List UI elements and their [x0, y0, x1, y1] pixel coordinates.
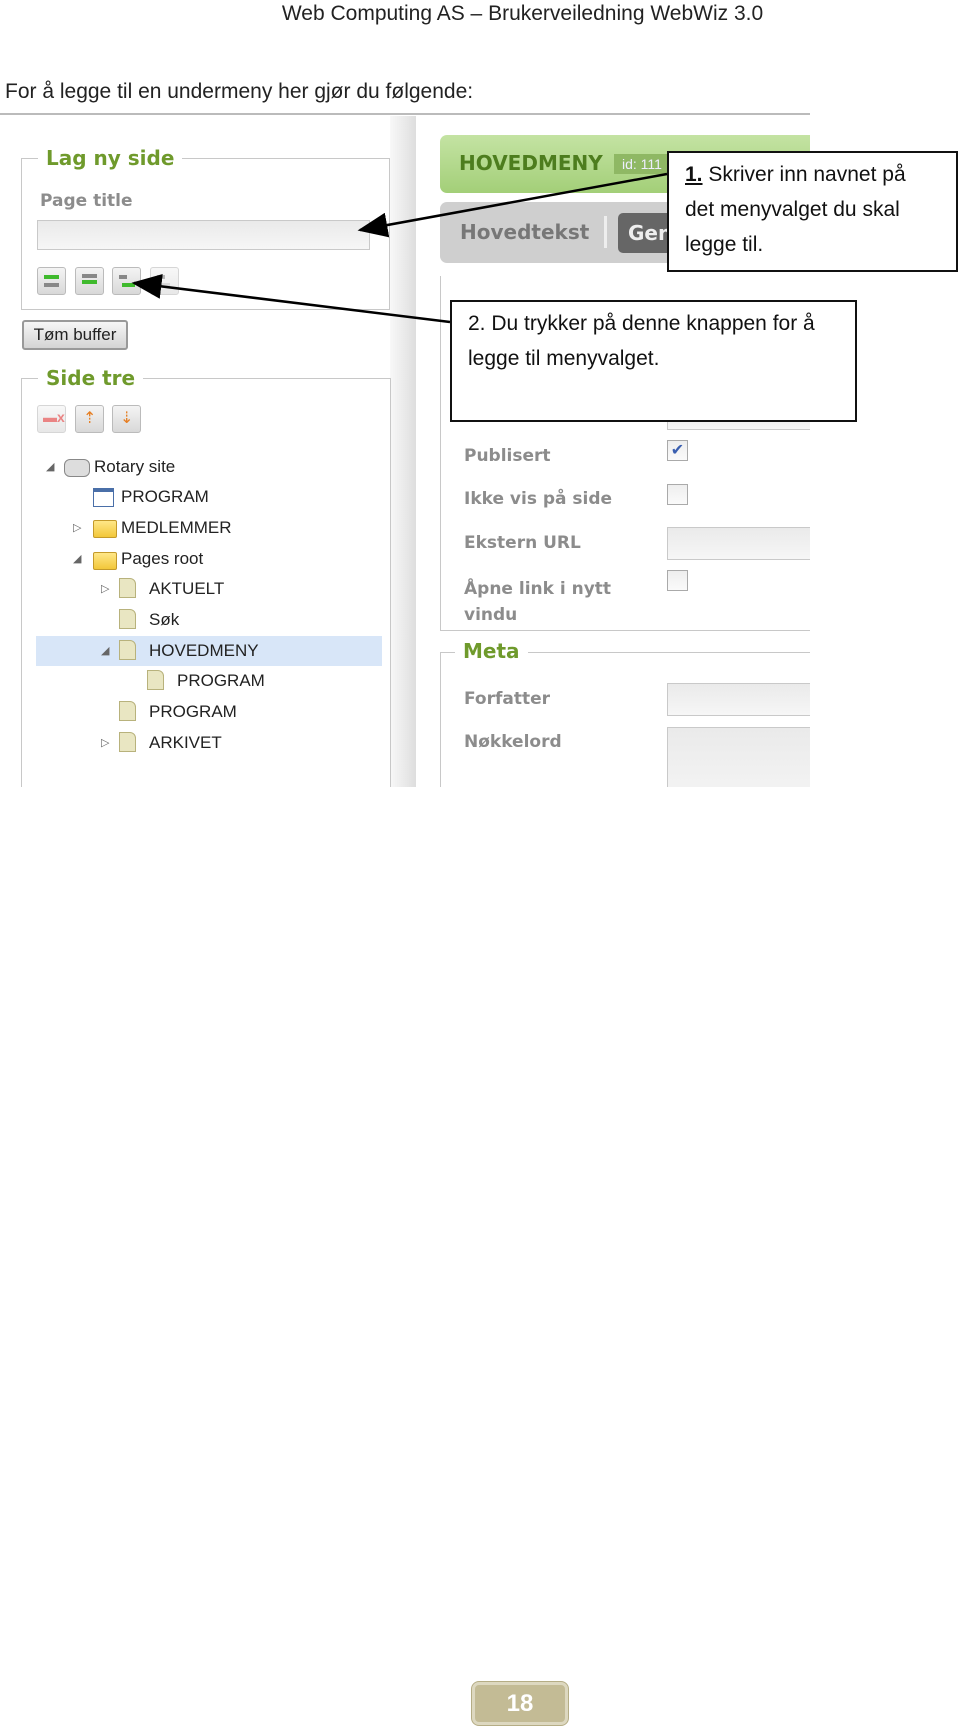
arrow-to-add-child-button: [131, 273, 451, 324]
page-number: 18: [472, 1682, 568, 1725]
annotation-arrows: [131, 172, 668, 324]
arrow-to-title-input: [357, 172, 668, 238]
document-page: Web Computing AS – Brukerveiledning WebW…: [0, 0, 960, 1732]
